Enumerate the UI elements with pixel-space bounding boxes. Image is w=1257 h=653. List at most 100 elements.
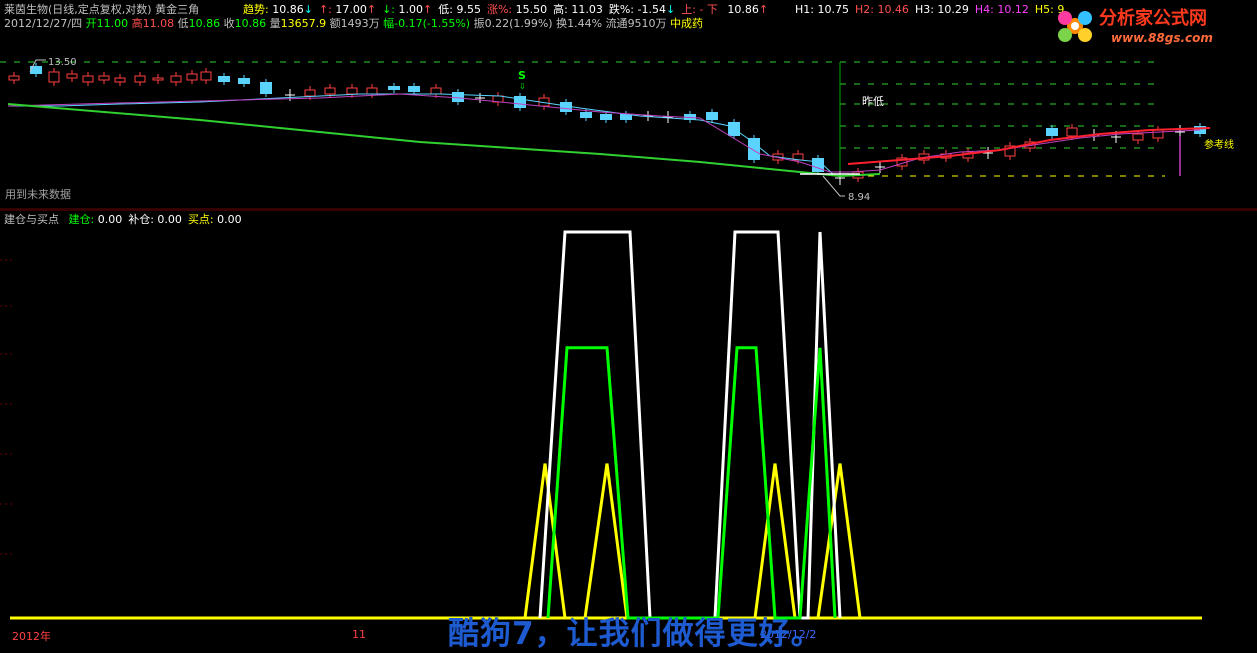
stat-value: 17.00 [331,3,367,16]
stat-arrow-icon: ↓ [666,3,676,16]
candle [1004,142,1016,160]
stat-label: ↓: [382,3,396,16]
stat-arrow-icon: ↓ [303,3,313,16]
candle [66,70,78,82]
candle [835,171,845,185]
candle [983,147,993,159]
h-level-item: H4: 10.12 [974,3,1029,16]
stat-arrow-icon: ↑ [423,3,433,16]
candle [82,72,94,86]
candle [408,83,420,95]
stat-value: 11.03 [567,3,603,16]
stat-item: 10.86↑ [724,3,768,16]
logo-text: 分析家公式网 [1099,7,1207,29]
stat-label: 涨%: [486,3,513,16]
stock-title: 莱茵生物(日线,定点复权,对数) [4,3,152,16]
h-levels-row: H1: 10.75 H2: 10.46 H3: 10.29 H4: 10.12 H5: … [795,3,1070,17]
stat-label: 高: [553,3,568,16]
swing-value: 0.22(1.99%) [484,17,553,30]
candle [260,79,272,97]
stat-value: 10.86 [723,3,759,16]
candle [514,93,526,111]
candle [475,93,485,103]
stat-label: 趋势: [243,3,269,16]
candle [388,83,400,93]
stat-value: 1.00 [395,3,424,16]
open-value: 11.00 [96,17,129,30]
candle [1152,126,1164,142]
stat-label: 上: [681,3,696,16]
stat-label: 低: [438,3,453,16]
candle [812,155,824,175]
stats-row: 趋势: 10.86↓ ↑: 17.00↑ ↓: 1.00↑ 低: 9.55 涨%: 15… [243,3,774,17]
candle [186,70,198,84]
future-data-note: 用到未来数据 [5,187,71,201]
stat-item: 低: 9.55 [438,3,481,16]
candle [706,109,718,123]
candle [134,72,146,86]
header-row-1: 莱茵生物(日线,定点复权,对数) 黄金三角 [4,3,199,17]
low-pointer [822,175,845,197]
stat-item: ↓: 1.00↑ [382,3,432,16]
indicator-grid [0,259,12,555]
s-arrow-icon: ⇩ [519,82,526,91]
stat-item: 跌%: -1.54↓ [609,3,675,16]
candle [114,74,126,86]
candlestick-series [8,63,1206,185]
indicator-series [523,230,862,620]
indicator-chart[interactable] [0,210,1257,630]
candle [238,75,250,87]
h-level-item: H1: 10.75 [795,3,849,16]
series-line-bucang [538,230,842,620]
candle [8,72,20,84]
stat-value: 9.55 [452,3,481,16]
stat-value: - 下 [695,3,718,16]
candle [200,68,212,84]
candle [48,68,60,86]
turnover-value: 1.44% [567,17,603,30]
change-value: -0.17(-1.55%) [394,17,471,30]
vol-value: 13657.9 [280,17,327,30]
low-marker: 8.94 [848,192,870,203]
stat-item: 高: 11.03 [553,3,603,16]
candle [218,73,230,85]
high-label: 高 [131,17,143,30]
candle [748,135,760,163]
vol-label: 量 [269,17,281,30]
candle [620,111,632,123]
stat-item: 上: - 下 [681,3,718,16]
candle [98,72,110,84]
stat-item: 趋势: 10.86↓ [243,3,313,16]
low-label: 低 [177,17,189,30]
high-value: 11.08 [142,17,175,30]
stat-label: ↑: [318,3,332,16]
h-level-item: H2: 10.46 [854,3,909,16]
stat-value: 15.50 [512,3,548,16]
swing-label: 振 [473,17,485,30]
float-value: 9510万 [627,17,667,30]
stat-arrow-icon: ↑ [366,3,377,16]
x-axis-label-month: 11 [352,628,366,641]
magenta-ma-line [7,93,1201,173]
high-marker: 13.50 [48,57,77,68]
quote-date: 2012/12/27/四 [4,17,83,30]
amount-value: 1493万 [340,17,380,30]
main-price-chart[interactable]: 8.94 13.50 S ⇩ 昨低 参考线 用到未来数据 [0,36,1257,210]
stat-value: 10.86 [268,3,304,16]
candle [152,74,164,84]
quote-row: 2012/12/27/四 开11.00 高11.08 低10.86 收10.86… [4,17,703,31]
close-value: 10.86 [234,17,267,30]
candle [492,92,504,106]
stat-item: 涨%: 15.50 [487,3,547,16]
stat-label: 跌%: [608,3,635,16]
stat-arrow-icon: ↑ [758,3,769,16]
float-label: 流通 [605,17,628,30]
stat-item: ↑: 17.00↑ [319,3,376,16]
open-label: 开 [85,17,97,30]
x-axis-label-year: 2012年 [12,630,51,643]
candle [1046,125,1058,139]
stat-value: -1.54 [634,3,666,16]
candle [170,72,182,86]
close-label: 收 [223,17,235,30]
candle [30,63,42,77]
